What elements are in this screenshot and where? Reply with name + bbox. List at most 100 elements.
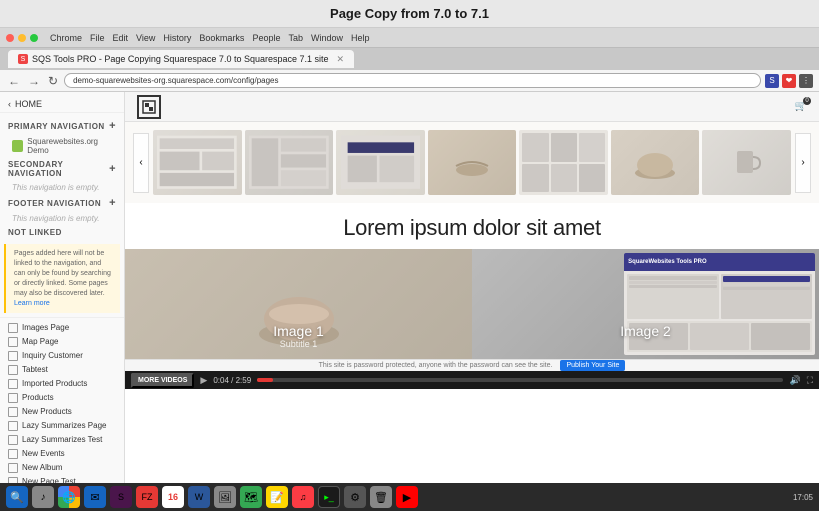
sidebar-home-link[interactable]: ‹ HOME <box>0 96 124 113</box>
gallery-item-bowl-1[interactable] <box>428 130 517 195</box>
forward-button[interactable]: → <box>26 74 42 88</box>
taskbar-icon-slack[interactable]: S <box>110 486 132 508</box>
video-progress[interactable] <box>257 378 783 382</box>
sidebar-page-album[interactable]: New Album <box>0 461 124 475</box>
taskbar-icon-settings[interactable]: ⚙ <box>344 486 366 508</box>
sidebar-page-tabtest[interactable]: Tabtest <box>0 363 124 377</box>
gallery-section: ‹ <box>125 122 819 203</box>
gallery-prev-button[interactable]: ‹ <box>133 133 149 193</box>
gallery-item-2[interactable] <box>245 130 334 195</box>
taskbar-icon-notes[interactable]: 📝 <box>266 486 288 508</box>
back-button[interactable]: ← <box>6 74 22 88</box>
menu-file[interactable]: File <box>90 33 105 43</box>
sidebar-page-lazy-sum[interactable]: Lazy Summarizes Page <box>0 419 124 433</box>
sidebar-page-imported[interactable]: Imported Products <box>0 377 124 391</box>
address-bar-row: ← → ↻ S ❤ ⋮ <box>0 70 819 92</box>
taskbar-icon-filezilla[interactable]: FZ <box>136 486 158 508</box>
bottom-image-2[interactable]: SquareWebsites Tools PRO <box>472 249 819 359</box>
sidebar-page-map[interactable]: Map Page <box>0 335 124 349</box>
squarespace-logo <box>137 95 161 119</box>
taskbar-time: 17:05 <box>793 493 813 502</box>
footer-nav-add-button[interactable]: + <box>109 197 116 209</box>
taskbar-icon-maps[interactable]: 🗺 <box>240 486 262 508</box>
sidebar-page-new-products[interactable]: New Products <box>0 405 124 419</box>
menu-tab[interactable]: Tab <box>288 33 303 43</box>
taskbar-icon-calendar[interactable]: 16 <box>162 486 184 508</box>
menu-view[interactable]: View <box>136 33 155 43</box>
minimize-window-button[interactable] <box>18 34 26 42</box>
taskbar-icon-finder[interactable]: 🔍 <box>6 486 28 508</box>
taskbar-icon-chrome[interactable]: 🌐 <box>58 486 80 508</box>
gallery-item-mug[interactable] <box>702 130 791 195</box>
learn-more-link[interactable]: Learn more <box>14 300 50 307</box>
taskbar-icon-music2[interactable]: ♫ <box>292 486 314 508</box>
page-icon <box>8 435 18 445</box>
squarespace-header: 🛒 0 <box>125 92 819 122</box>
extension-icon-3[interactable]: ⋮ <box>799 74 813 88</box>
close-window-button[interactable] <box>6 34 14 42</box>
menu-window[interactable]: Window <box>311 33 343 43</box>
page-icon <box>8 379 18 389</box>
page-icon <box>8 463 18 473</box>
extension-icon-1[interactable]: S <box>765 74 779 88</box>
taskbar-icon-terminal[interactable]: ▸_ <box>318 486 340 508</box>
sidebar-page-test[interactable]: New Page Test <box>0 475 124 483</box>
sidebar-page-products[interactable]: Products <box>0 391 124 405</box>
tab-close-icon[interactable]: ✕ <box>337 54 345 65</box>
sidebar-page-images[interactable]: Images Page <box>0 321 124 335</box>
taskbar-icon-word[interactable]: W <box>188 486 210 508</box>
publish-button[interactable]: Publish Your Site <box>560 360 625 371</box>
lorem-heading: Lorem ipsum dolor sit amet <box>125 203 819 249</box>
bottom-image-1[interactable]: Image 1 Subtitle 1 <box>125 249 472 359</box>
taskbar-icon-trash[interactable]: 🗑 <box>370 486 392 508</box>
sidebar-page-events[interactable]: New Events <box>0 447 124 461</box>
volume-icon[interactable]: 🔊 <box>789 375 800 386</box>
page-icon <box>8 421 18 431</box>
menu-history[interactable]: History <box>163 33 191 43</box>
browser-tab-active[interactable]: S SQS Tools PRO - Page Copying Squarespa… <box>8 50 354 68</box>
page-icon <box>8 365 18 375</box>
sidebar-page-inquiry[interactable]: Inquiry Customer <box>0 349 124 363</box>
fullscreen-icon[interactable]: ⛶ <box>807 375 813 386</box>
more-videos-button[interactable]: MORE VIDEOS <box>131 373 194 388</box>
gallery-item-products[interactable] <box>519 130 608 195</box>
sidebar-home-label: HOME <box>15 99 42 109</box>
primary-nav-add-button[interactable]: + <box>109 120 116 132</box>
menu-help[interactable]: Help <box>351 33 370 43</box>
play-icon[interactable]: ▶ <box>200 375 207 386</box>
gallery-item-3[interactable] <box>336 130 425 195</box>
gallery-row: ‹ <box>133 130 811 195</box>
menu-edit[interactable]: Edit <box>113 33 129 43</box>
page-icon <box>8 351 18 361</box>
maximize-window-button[interactable] <box>30 34 38 42</box>
browser-chrome: Chrome File Edit View History Bookmarks … <box>0 28 819 48</box>
window-title: Page Copy from 7.0 to 7.1 <box>330 6 489 21</box>
page-label: New Products <box>22 407 72 416</box>
gallery-item-bowl-2[interactable] <box>611 130 700 195</box>
page-icon <box>8 337 18 347</box>
menu-chrome[interactable]: Chrome <box>50 33 82 43</box>
menu-people[interactable]: People <box>252 33 280 43</box>
gallery-next-button[interactable]: › <box>795 133 811 193</box>
extension-icon-2[interactable]: ❤ <box>782 74 796 88</box>
refresh-button[interactable]: ↻ <box>46 74 60 88</box>
menu-bar: Chrome File Edit View History Bookmarks … <box>50 33 370 43</box>
tab-bar: S SQS Tools PRO - Page Copying Squarespa… <box>0 48 819 70</box>
taskbar-icon-youtube[interactable]: ▶ <box>396 486 418 508</box>
gallery-item-1[interactable] <box>153 130 242 195</box>
address-input[interactable] <box>64 73 761 88</box>
toolbar-icons: S ❤ ⋮ <box>765 74 813 88</box>
sidebar-page-lazy-test[interactable]: Lazy Summarizes Test <box>0 433 124 447</box>
not-linked-label: NOT LINKED <box>8 228 62 237</box>
site-label: Squarewebsites.org Demo <box>27 137 116 155</box>
taskbar-icon-photos[interactable]: 🖼 <box>214 486 236 508</box>
cart-icon[interactable]: 🛒 0 <box>795 101 807 112</box>
sidebar-site-item[interactable]: Squarewebsites.org Demo <box>0 135 124 157</box>
taskbar-icon-mail[interactable]: ✉ <box>84 486 106 508</box>
taskbar-icon-music[interactable]: ♪ <box>32 486 54 508</box>
menu-bookmarks[interactable]: Bookmarks <box>199 33 244 43</box>
page-icon <box>8 393 18 403</box>
primary-nav-label: PRIMARY NAVIGATION <box>8 122 105 131</box>
image2-label: Image 2 <box>472 323 819 339</box>
secondary-nav-add-button[interactable]: + <box>109 163 116 175</box>
